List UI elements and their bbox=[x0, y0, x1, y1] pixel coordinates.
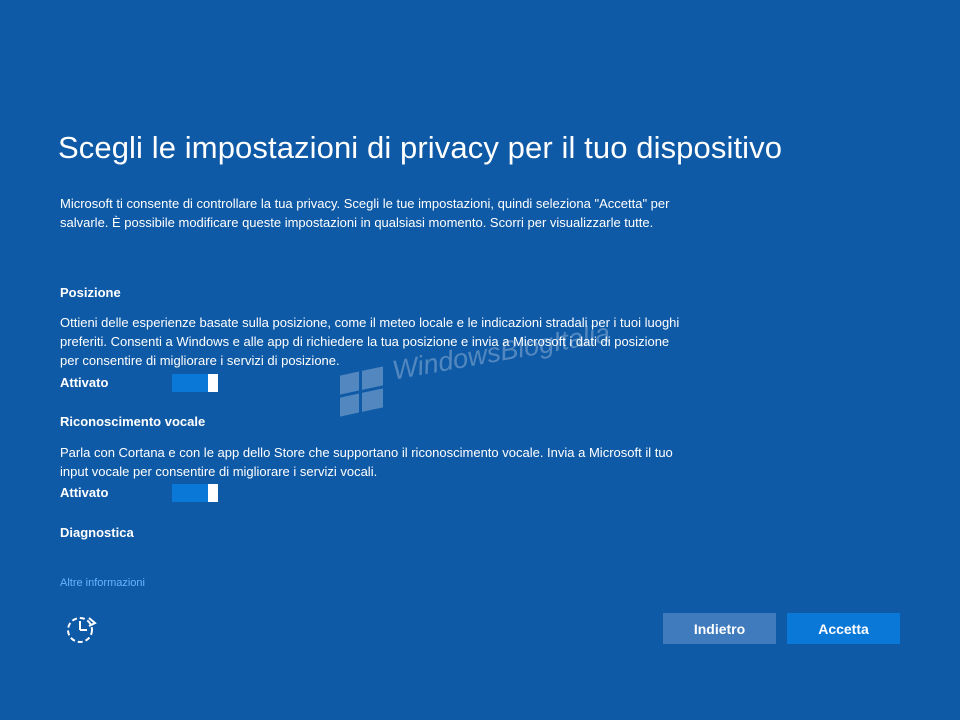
location-toggle-knob bbox=[208, 374, 218, 392]
windows-logo-icon bbox=[340, 366, 383, 417]
accept-button[interactable]: Accetta bbox=[787, 613, 900, 644]
intro-text: Microsoft ti consente di controllare la … bbox=[60, 196, 670, 230]
watermark: WindowsBlogItalia bbox=[338, 318, 638, 417]
ease-of-access-glyph bbox=[67, 617, 97, 643]
section-desc-speech: Parla con Cortana e con le app dello Sto… bbox=[60, 445, 673, 479]
speech-toggle-label: Attivato bbox=[60, 485, 109, 500]
back-button[interactable]: Indietro bbox=[663, 613, 776, 644]
page-title: Scegli le impostazioni di privacy per il… bbox=[58, 130, 783, 165]
ease-of-access-icon[interactable] bbox=[64, 612, 100, 646]
location-toggle[interactable] bbox=[172, 374, 218, 392]
section-heading-diagnostics: Diagnostica bbox=[60, 525, 134, 540]
speech-toggle[interactable] bbox=[172, 484, 218, 502]
speech-toggle-row: Attivato bbox=[60, 484, 260, 504]
oobe-privacy-screen: Scegli le impostazioni di privacy per il… bbox=[0, 0, 960, 720]
section-heading-speech: Riconoscimento vocale bbox=[60, 414, 206, 429]
more-info-link[interactable]: Altre informazioni bbox=[60, 577, 145, 589]
section-heading-location: Posizione bbox=[60, 285, 121, 300]
location-toggle-label: Attivato bbox=[60, 375, 109, 390]
location-toggle-row: Attivato bbox=[60, 374, 260, 394]
speech-toggle-knob bbox=[208, 484, 218, 502]
